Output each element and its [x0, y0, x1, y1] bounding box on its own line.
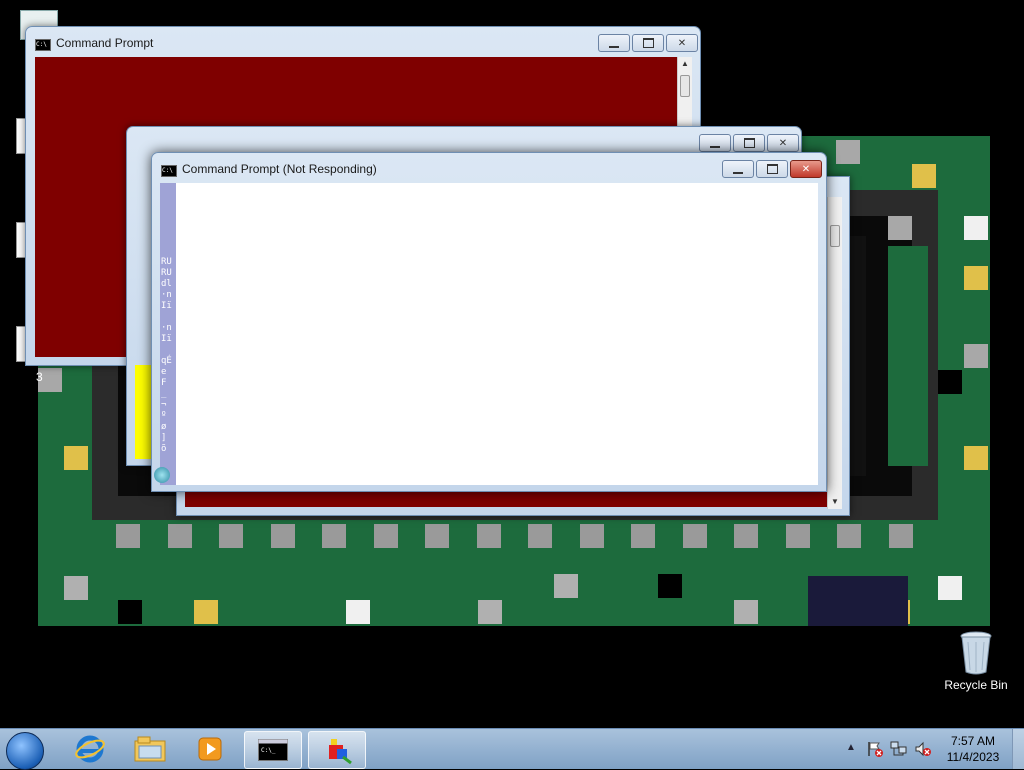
command-prompt-window-not-responding[interactable]: C:\ Command Prompt (Not Responding) ✕ RU… [151, 152, 827, 492]
board-cell [658, 574, 682, 598]
recycle-bin[interactable]: Recycle Bin [940, 630, 1012, 692]
board-square [270, 524, 295, 548]
action-center-flag-icon[interactable] [866, 740, 884, 758]
minimize-button[interactable] [699, 134, 731, 152]
svg-text:C:\_: C:\_ [261, 747, 276, 754]
board-cell [554, 574, 578, 598]
board-cell [64, 446, 88, 470]
board-cell [194, 600, 218, 624]
maximize-button[interactable] [756, 160, 788, 178]
board-cell [734, 600, 758, 624]
board-square [785, 524, 810, 548]
board-cell [964, 344, 988, 368]
board-cell [964, 266, 988, 290]
show-hidden-icons-chevron-icon[interactable]: ▲ [846, 742, 856, 753]
board-square [167, 524, 192, 548]
console-area-yellow [135, 365, 151, 459]
board-cell [938, 576, 962, 600]
volume-muted-icon[interactable] [914, 740, 932, 758]
window-title: Command Prompt (Not Responding) [182, 162, 377, 176]
media-player-icon[interactable] [182, 731, 238, 767]
board-cell [346, 600, 370, 624]
console-left-strip: RU RU dl ·n Iï ·n Iï qÉ e F _ ¬ º ø ] õ [160, 183, 176, 485]
minimize-button[interactable] [722, 160, 754, 178]
recycle-bin-icon [959, 630, 993, 676]
command-prompt-icon[interactable]: C:\ [161, 165, 177, 177]
maximize-button[interactable] [733, 134, 765, 152]
system-clock[interactable]: 7:57 AM 11/4/2023 [938, 733, 1008, 765]
clock-time: 7:57 AM [950, 734, 996, 748]
board-cell [964, 216, 988, 240]
command-prompt-taskbar-button[interactable]: C:\_ [244, 731, 302, 769]
board-cell [964, 446, 988, 470]
close-button[interactable]: ✕ [790, 160, 822, 178]
internet-explorer-icon[interactable] [62, 731, 118, 767]
scroll-up-arrow-icon[interactable]: ▲ [678, 57, 692, 71]
scroll-down-arrow-icon[interactable]: ▼ [828, 495, 842, 509]
board-cell [478, 600, 502, 624]
board-dark-patch [808, 576, 908, 626]
board-square [682, 524, 707, 548]
command-prompt-icon[interactable]: C:\ [35, 39, 51, 51]
start-button[interactable] [6, 732, 44, 770]
board-square [476, 524, 501, 548]
scroll-thumb[interactable] [830, 225, 840, 247]
board-cell [888, 216, 912, 240]
clock-date: 11/4/2023 [946, 750, 1000, 764]
board-cell [118, 600, 142, 624]
board-inner-strip [888, 246, 928, 466]
recycle-bin-label: Recycle Bin [944, 678, 1008, 692]
window-title: Command Prompt [56, 36, 154, 50]
board-cell [836, 140, 860, 164]
desktop-icon-label: 3 [36, 370, 43, 384]
busy-cursor-icon [154, 467, 170, 483]
network-icon[interactable] [890, 740, 908, 758]
close-button[interactable]: ✕ [666, 34, 698, 52]
console-area-frozen[interactable] [176, 183, 818, 485]
board-square [837, 524, 861, 548]
board-square [579, 524, 604, 548]
board-cell [912, 164, 936, 188]
scroll-thumb[interactable] [680, 75, 690, 97]
paint-3d-app-icon[interactable] [308, 731, 366, 769]
taskbar: C:\_ ▲ 7:57 AM 11/4/2023 [0, 728, 1024, 770]
minimize-button[interactable] [598, 34, 630, 52]
board-square [322, 524, 346, 548]
board-square [116, 524, 140, 548]
board-square [528, 524, 552, 548]
board-square [373, 524, 398, 548]
windows-explorer-icon[interactable] [122, 731, 178, 767]
vertical-scrollbar[interactable]: ▼ [827, 197, 842, 509]
board-cell [64, 576, 88, 600]
board-square [631, 524, 655, 548]
board-square [425, 524, 449, 548]
board-square [219, 524, 243, 548]
show-desktop-button[interactable] [1012, 729, 1024, 769]
board-cell [938, 370, 962, 394]
board-square [734, 524, 758, 548]
maximize-button[interactable] [632, 34, 664, 52]
console-text: RU RU dl ·n Iï ·n Iï qÉ e F _ ¬ º ø ] õ [161, 257, 172, 454]
board-square [888, 524, 913, 548]
close-button[interactable]: ✕ [767, 134, 799, 152]
